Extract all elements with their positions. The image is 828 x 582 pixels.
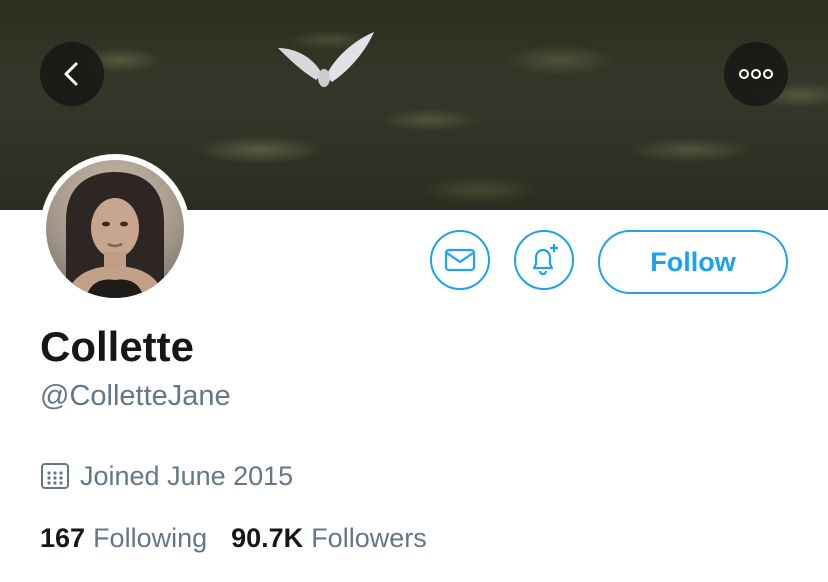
following-stat[interactable]: 167 Following <box>40 523 207 554</box>
bell-plus-icon <box>532 244 558 276</box>
chevron-left-icon <box>64 62 78 86</box>
back-button[interactable] <box>40 42 104 106</box>
profile-handle: @ColletteJane <box>40 380 231 412</box>
profile-name: Collette <box>40 323 195 370</box>
joined-text: Joined June 2015 <box>80 460 294 491</box>
avatar-image <box>46 160 184 298</box>
followers-count: 90.7K <box>231 522 304 553</box>
followers-label: Followers <box>311 522 427 553</box>
avatar[interactable] <box>40 154 190 304</box>
calendar-icon <box>41 463 69 489</box>
message-button[interactable] <box>430 230 490 290</box>
following-label: Following <box>93 522 208 553</box>
followers-stat[interactable]: 90.7K Followers <box>231 523 427 554</box>
notifications-button[interactable] <box>514 230 574 290</box>
following-count: 167 <box>40 522 86 553</box>
more-options-button[interactable] <box>724 42 788 106</box>
follow-button[interactable]: Follow <box>598 230 788 294</box>
envelope-icon <box>444 248 476 272</box>
more-dots-icon <box>739 69 773 79</box>
joined-date: Joined June 2015 <box>40 458 293 494</box>
moth-image <box>278 32 374 87</box>
profile-stats: 167 Following 90.7K Followers <box>40 520 451 556</box>
